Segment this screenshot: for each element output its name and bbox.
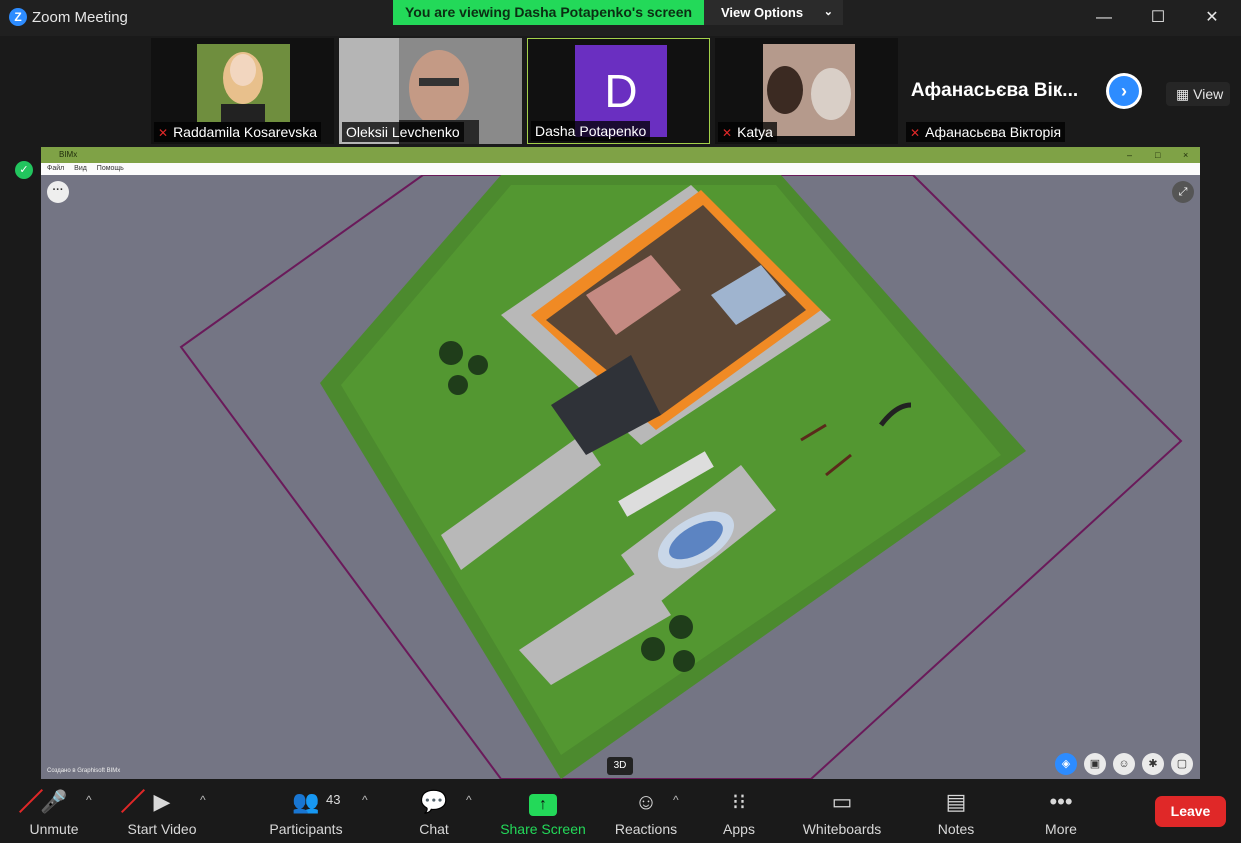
participant-name: ✕ Katya [718,122,777,142]
participant-tile[interactable]: Oleksii Levchenko [339,38,522,144]
menu-file: Файл [47,165,65,172]
apps-icon: ⁝⁝ [732,789,746,814]
share-screen-button[interactable]: ↑ Share Screen [498,787,588,837]
more-label: More [1045,821,1077,837]
caret-up-icon[interactable]: ^ [466,793,472,807]
chevron-right-icon: › [1109,76,1139,106]
shared-close-icon: × [1183,150,1189,160]
view-options-button[interactable]: View Options ⌄ [704,0,843,25]
caret-up-icon[interactable]: ^ [362,793,368,807]
shared-menu-bar: Файл Вид Помощь [41,163,1200,175]
participants-count: 43 [326,792,341,807]
mic-muted-icon: ✕ [158,126,169,140]
participant-tile[interactable]: ✕ Raddamila Kosarevska [151,38,334,144]
unmute-label: Unmute [29,821,79,837]
participant-tile-active[interactable]: D Dasha Potapenko [527,38,710,144]
notes-label: Notes [937,821,975,837]
smiley-icon: ☺ [634,789,658,814]
start-video-label: Start Video [127,821,197,837]
security-shield-icon[interactable]: ✓ [15,161,33,179]
expand-icon[interactable]: ⤢ [1172,181,1194,203]
close-button[interactable]: ✕ [1192,4,1232,32]
apps-button[interactable]: ⁝⁝ Apps [714,787,764,837]
mic-muted-icon: 🎤 [18,787,90,817]
caret-up-icon[interactable]: ^ [673,793,679,807]
view-tool-icon[interactable]: ✱ [1142,753,1164,775]
chat-button[interactable]: 💬 Chat [408,787,460,837]
participants-label: Participants [269,821,343,837]
shared-window-title: BIMx [41,147,1200,163]
more-options-icon[interactable]: ··· [47,181,69,203]
start-video-button[interactable]: ▶ Start Video [120,787,204,837]
share-screen-icon: ↑ [529,794,557,816]
notes-icon: ▤ [945,789,967,814]
view-tool-icon[interactable]: ▣ [1084,753,1106,775]
participant-tile[interactable]: ✕ Katya [715,38,898,144]
video-off-icon: ▶ [120,787,204,817]
maximize-button[interactable]: ☐ [1138,4,1178,32]
participant-name: ✕ Афанасьєва Вікторія [906,122,1066,142]
window-title: Zoom Meeting [32,9,128,26]
shared-maximize-icon: □ [1155,150,1161,160]
apps-label: Apps [723,821,755,837]
share-screen-label: Share Screen [500,821,586,837]
caret-up-icon[interactable]: ^ [86,793,92,807]
shared-screen: BIMx – □ × Файл Вид Помощь ··· ⤢ Создано… [41,147,1200,779]
notes-button[interactable]: ▤ Notes [930,787,982,837]
view-tool-icon[interactable]: ▢ [1171,753,1193,775]
participant-tile[interactable]: Афанасьєва Вік... ✕ Афанасьєва Вікторія [903,38,1086,144]
whiteboards-button[interactable]: ▭ Whiteboards [796,787,888,837]
next-participants-button[interactable]: › [1106,73,1142,109]
participant-strip: ✕ Raddamila Kosarevska Oleksii Levchenko … [0,36,1241,146]
3d-house-model-view[interactable] [41,175,1200,779]
menu-view: Вид [74,165,87,172]
zoom-logo-icon: Z [9,8,27,26]
caret-up-icon[interactable]: ^ [200,793,206,807]
mic-muted-icon: ✕ [910,126,921,140]
more-dots-icon: ••• [1049,789,1073,814]
mic-muted-icon: ✕ [722,126,733,140]
unmute-button[interactable]: 🎤 Unmute [18,787,90,837]
whiteboard-icon: ▭ [831,789,853,814]
chat-label: Chat [419,821,449,837]
chat-icon: 💬 [420,789,448,814]
participant-name: Oleksii Levchenko [342,122,464,142]
participant-name: Dasha Potapenko [531,121,651,141]
more-button[interactable]: ••• More [1036,787,1086,837]
chevron-down-icon: ⌄ [823,6,833,18]
reactions-label: Reactions [614,821,678,837]
view-tool-icon[interactable]: ◈ [1055,753,1077,775]
menu-help: Помощь [96,165,124,172]
grid-icon: ▦ [1176,86,1190,102]
app-credit: Создано в Graphisoft BIMx [47,768,121,774]
viewing-banner: You are viewing Dasha Potapenko's screen [393,0,704,25]
mode-3d-badge[interactable]: 3D [607,757,633,775]
view-tool-icon[interactable]: ☺ [1113,753,1135,775]
view-options-label: View Options [721,5,804,20]
leave-button[interactable]: Leave [1155,796,1226,827]
title-bar: Z Zoom Meeting You are viewing Dasha Pot… [0,0,1241,36]
reactions-button[interactable]: ☺ Reactions [610,787,682,837]
meeting-toolbar: 🎤 Unmute ^ ▶ Start Video ^ 👥 Participant… [0,779,1241,843]
view-label: View [1193,86,1224,102]
minimize-button[interactable]: — [1084,4,1124,32]
shared-minimize-icon: – [1127,150,1133,160]
view-button[interactable]: ▦ View [1166,82,1230,106]
participant-name: ✕ Raddamila Kosarevska [154,122,322,142]
whiteboards-label: Whiteboards [802,821,882,837]
participant-display-name: Афанасьєва Вік... [910,80,1079,101]
